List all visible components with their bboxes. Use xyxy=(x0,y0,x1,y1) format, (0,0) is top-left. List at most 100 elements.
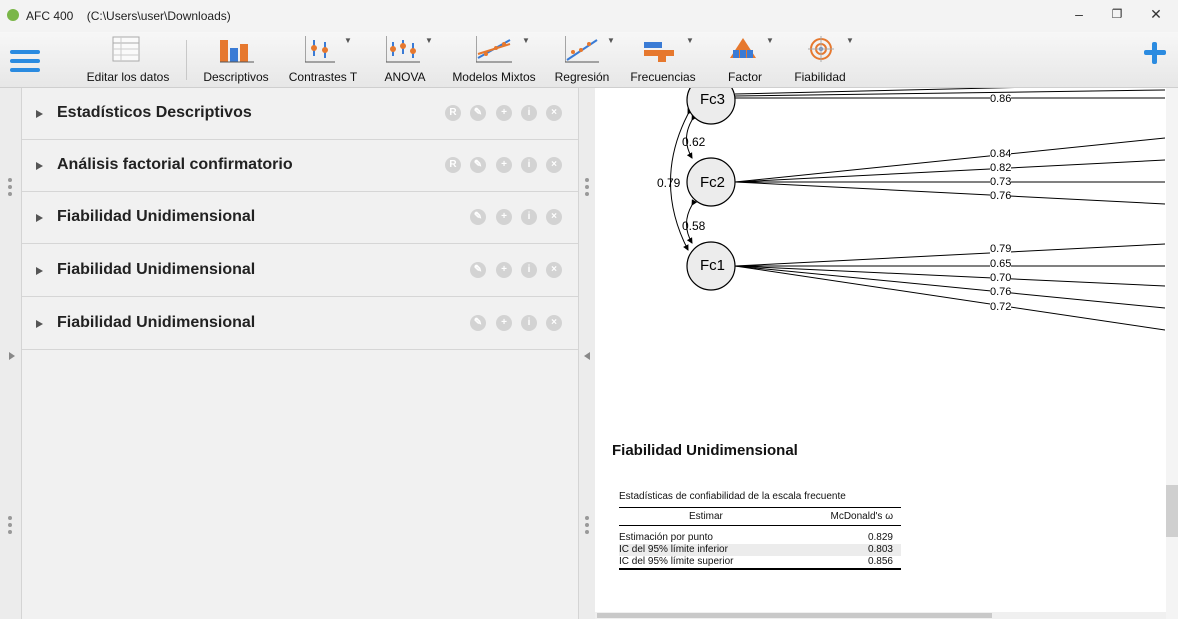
covariance-label: 0.79 xyxy=(657,176,681,190)
frequencies-icon xyxy=(644,42,674,62)
chevron-down-icon: ▼ xyxy=(344,36,352,45)
edit-icon[interactable]: ✎ xyxy=(470,315,486,331)
drag-handle-icon[interactable] xyxy=(8,178,12,199)
edit-data-button[interactable]: Editar los datos xyxy=(80,34,176,84)
remove-icon[interactable]: × xyxy=(546,105,562,121)
drag-handle-icon[interactable] xyxy=(585,178,589,199)
expand-arrow-icon[interactable] xyxy=(36,320,43,328)
loading-label: 0.82 xyxy=(990,162,1012,174)
table-row: IC del 95% límite superior 0.856 xyxy=(619,556,893,567)
restore-button[interactable]: ❐ xyxy=(1102,4,1132,24)
factor-icon xyxy=(730,38,756,58)
chevron-down-icon: ▼ xyxy=(522,36,530,45)
minimize-button[interactable]: – xyxy=(1064,4,1094,24)
analysis-title[interactable]: Estadísticos Descriptivos xyxy=(57,104,252,122)
loading-label: 0.72 xyxy=(990,301,1012,313)
factor-label-fc1: Fc1 xyxy=(700,257,726,274)
r-syntax-icon[interactable]: R xyxy=(445,105,461,121)
analysis-row[interactable]: Análisis factorial confirmatorio R ✎ + i… xyxy=(22,140,578,192)
column-header: McDonald's ω xyxy=(830,511,893,522)
descriptives-button[interactable]: Descriptivos xyxy=(196,34,276,84)
analysis-row[interactable]: Fiabilidad Unidimensional ✎ + i × xyxy=(22,245,578,297)
edit-icon[interactable]: ✎ xyxy=(470,157,486,173)
table-bottom-rule xyxy=(619,568,901,570)
t-tests-button[interactable]: ▼ Contrastes T xyxy=(283,34,363,84)
loading-label: 0.70 xyxy=(990,272,1012,284)
analyses-panel: Estadísticos Descriptivos R ✎ + i × Anál… xyxy=(22,88,578,619)
collapse-arrow-icon[interactable] xyxy=(584,352,590,360)
analysis-title[interactable]: Análisis factorial confirmatorio xyxy=(57,156,293,174)
edit-icon[interactable]: ✎ xyxy=(470,262,486,278)
chevron-down-icon: ▼ xyxy=(846,36,854,45)
loading-label: 0.86 xyxy=(990,93,1012,105)
info-icon[interactable]: i xyxy=(521,157,537,173)
analysis-title[interactable]: Fiabilidad Unidimensional xyxy=(57,314,255,332)
mixed-models-icon xyxy=(476,36,512,63)
duplicate-icon[interactable]: + xyxy=(496,262,512,278)
analysis-title[interactable]: Fiabilidad Unidimensional xyxy=(57,208,255,226)
expand-arrow-icon[interactable] xyxy=(36,162,43,170)
loading-label: 0.76 xyxy=(990,190,1012,202)
r-syntax-icon[interactable]: R xyxy=(445,157,461,173)
result-title: Fiabilidad Unidimensional xyxy=(612,442,798,459)
results-panel-gutter[interactable] xyxy=(578,88,596,619)
drag-handle-icon[interactable] xyxy=(8,516,12,537)
duplicate-icon[interactable]: + xyxy=(496,209,512,225)
duplicate-icon[interactable]: + xyxy=(496,315,512,331)
vertical-scrollbar-thumb[interactable] xyxy=(1166,485,1178,537)
mixed-models-button[interactable]: ▼ Modelos Mixtos xyxy=(448,34,540,84)
horizontal-scrollbar-thumb[interactable] xyxy=(597,613,992,618)
duplicate-icon[interactable]: + xyxy=(496,157,512,173)
expand-arrow-icon[interactable] xyxy=(36,110,43,118)
loading-label: 0.65 xyxy=(990,258,1012,270)
analysis-row[interactable]: Fiabilidad Unidimensional ✎ + i × xyxy=(22,192,578,244)
frequencies-button[interactable]: ▼ Frecuencias xyxy=(626,34,700,84)
remove-icon[interactable]: × xyxy=(546,315,562,331)
drag-handle-icon[interactable] xyxy=(585,516,589,537)
anova-button[interactable]: ▼ ANOVA xyxy=(380,34,433,84)
window-title: AFC 400 (C:\Users\user\Downloads) xyxy=(26,9,231,23)
anova-icon xyxy=(386,36,420,63)
factor-button[interactable]: ▼ Factor xyxy=(722,34,774,84)
expand-arrow-icon[interactable] xyxy=(9,352,15,360)
close-button[interactable]: ✕ xyxy=(1141,4,1171,24)
info-icon[interactable]: i xyxy=(521,262,537,278)
ribbon-toolbar: Editar los datos Descriptivos ▼ Contrast… xyxy=(0,32,1178,88)
loading-label: 0.84 xyxy=(990,148,1012,160)
covariance-label: 0.62 xyxy=(682,135,706,149)
loading-label: 0.73 xyxy=(990,176,1012,188)
menu-icon[interactable] xyxy=(10,50,40,72)
table-row: Estimación por punto 0.829 xyxy=(619,532,893,543)
info-icon[interactable]: i xyxy=(521,315,537,331)
app-logo-icon xyxy=(7,9,19,21)
analysis-row[interactable]: Estadísticos Descriptivos R ✎ + i × xyxy=(22,88,578,140)
factor-label-fc2: Fc2 xyxy=(700,174,726,191)
loading-label: 0.76 xyxy=(990,286,1012,298)
chevron-down-icon: ▼ xyxy=(425,36,433,45)
info-icon[interactable]: i xyxy=(521,105,537,121)
expand-arrow-icon[interactable] xyxy=(36,267,43,275)
loading-label: 0.79 xyxy=(990,243,1012,255)
add-module-icon[interactable] xyxy=(1144,42,1166,64)
regression-icon xyxy=(565,36,599,63)
duplicate-icon[interactable]: + xyxy=(496,105,512,121)
info-icon[interactable]: i xyxy=(521,209,537,225)
data-panel-gutter[interactable] xyxy=(0,88,22,619)
title-bar: AFC 400 (C:\Users\user\Downloads) – ❐ ✕ xyxy=(0,0,1178,32)
analysis-row[interactable]: Fiabilidad Unidimensional ✎ + i × xyxy=(22,298,578,350)
remove-icon[interactable]: × xyxy=(546,157,562,173)
regression-button[interactable]: ▼ Regresión xyxy=(551,34,615,84)
remove-icon[interactable]: × xyxy=(546,209,562,225)
chevron-down-icon: ▼ xyxy=(766,36,774,45)
expand-arrow-icon[interactable] xyxy=(36,214,43,222)
covariance-label: 0.58 xyxy=(682,219,706,233)
remove-icon[interactable]: × xyxy=(546,262,562,278)
reliability-button[interactable]: ▼ Fiabilidad xyxy=(790,34,854,84)
analysis-title[interactable]: Fiabilidad Unidimensional xyxy=(57,261,255,279)
ribbon-separator xyxy=(186,40,187,80)
vertical-scrollbar[interactable] xyxy=(1166,88,1178,619)
edit-icon[interactable]: ✎ xyxy=(470,105,486,121)
edit-icon[interactable]: ✎ xyxy=(470,209,486,225)
table-row: IC del 95% límite inferior 0.803 xyxy=(619,544,901,556)
chevron-down-icon: ▼ xyxy=(607,36,615,45)
